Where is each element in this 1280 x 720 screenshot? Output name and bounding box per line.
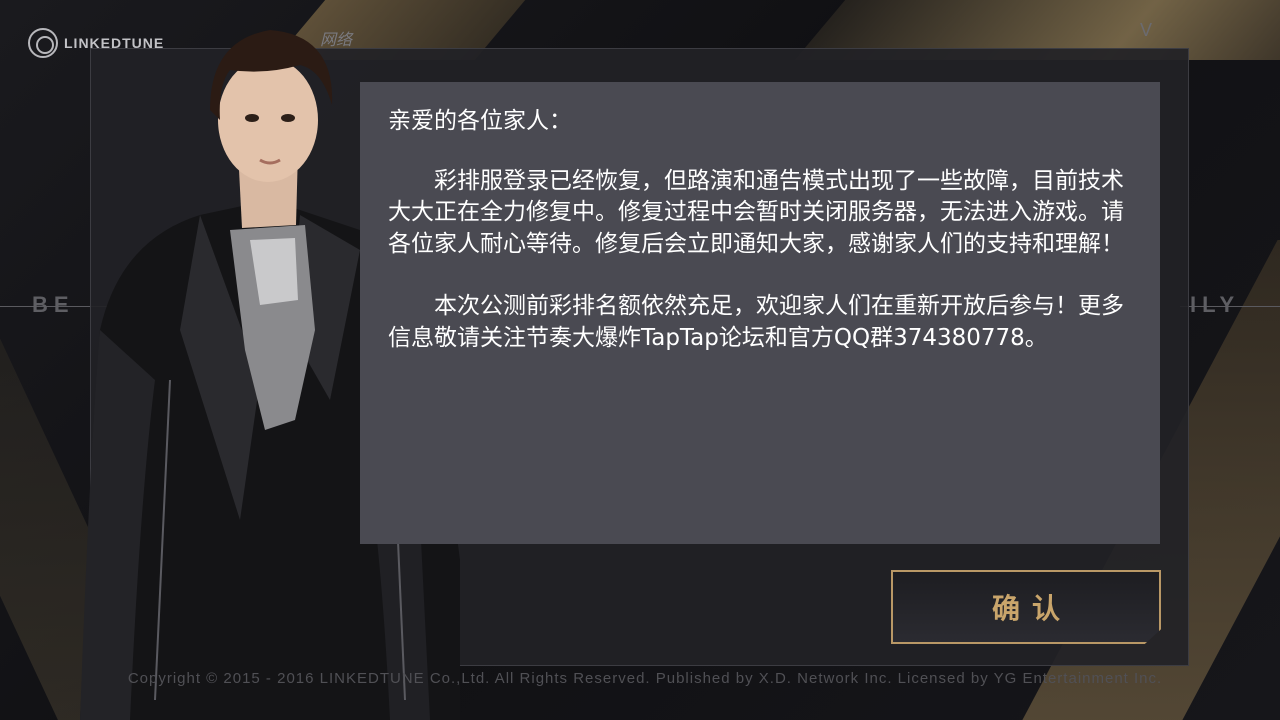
notice-paragraph-1: 彩排服登录已经恢复，但路演和通告模式出现了一些故障，目前技术大大正在全力修复中。… (388, 167, 1124, 257)
game-screen: BE ILY V LINKEDTUNE 网络 亲爱的各位家人： 彩排服登录已经恢… (0, 0, 1280, 720)
background-side-text-right: ILY (1190, 292, 1241, 317)
linkedtune-logo-icon (28, 28, 58, 58)
notice-paragraph-2: 本次公测前彩排名额依然充足，欢迎家人们在重新开放后参与！更多信息敬请关注节奏大爆… (388, 293, 1124, 351)
copyright-text: Copyright © 2015 - 2016 LINKEDTUNE Co.,L… (127, 670, 1163, 687)
version-text: V (1140, 20, 1153, 40)
notice-greeting: 亲爱的各位家人： (388, 108, 572, 134)
confirm-button[interactable]: 确认 (891, 570, 1161, 644)
confirm-button-label: 确认 (991, 592, 1072, 625)
notice-message-box: 亲爱的各位家人： 彩排服登录已经恢复，但路演和通告模式出现了一些故障，目前技术大… (360, 82, 1160, 544)
